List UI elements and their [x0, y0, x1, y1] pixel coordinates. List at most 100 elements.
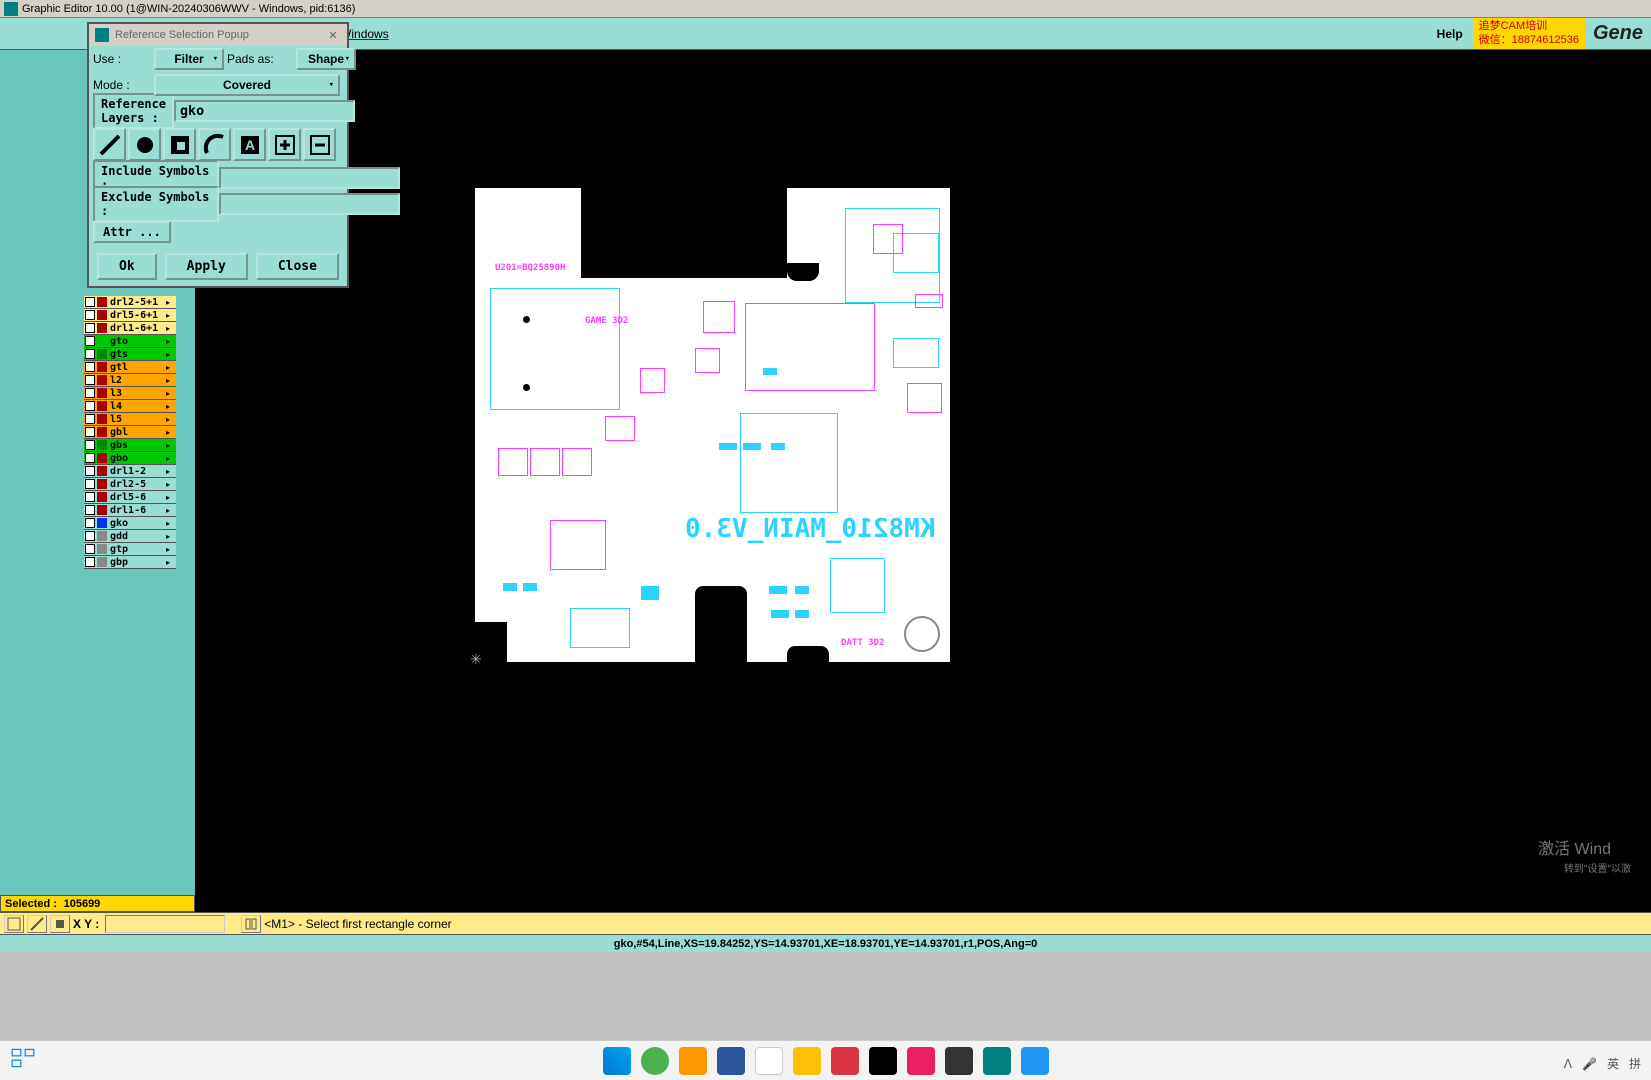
layer-row-gbs[interactable]: gbs▸ [84, 439, 176, 452]
layer-color-swatch[interactable] [97, 544, 107, 554]
layer-row-l2[interactable]: l2▸ [84, 374, 176, 387]
layer-row-drl1-6+1[interactable]: drl1-6+1▸ [84, 322, 176, 335]
layer-checkbox[interactable] [85, 544, 95, 554]
taskview-icon[interactable] [10, 1045, 36, 1076]
layer-checkbox[interactable] [85, 505, 95, 515]
attr-button[interactable]: Attr ... [93, 221, 171, 243]
layer-checkbox[interactable] [85, 388, 95, 398]
close-button[interactable]: Close [256, 253, 339, 280]
xy-input[interactable] [105, 915, 225, 933]
layer-color-swatch[interactable] [97, 310, 107, 320]
feature-arc-button[interactable] [198, 128, 231, 161]
layer-color-swatch[interactable] [97, 401, 107, 411]
units-button[interactable] [241, 915, 261, 933]
layer-checkbox[interactable] [85, 466, 95, 476]
layer-color-swatch[interactable] [97, 375, 107, 385]
layer-arrow-icon[interactable]: ▸ [166, 415, 176, 424]
taskbar-app-chrome[interactable] [755, 1047, 783, 1075]
layer-row-gto[interactable]: gto▸ [84, 335, 176, 348]
tray-mic-icon[interactable]: 🎤 [1582, 1057, 1597, 1071]
taskbar-app-1[interactable] [641, 1047, 669, 1075]
include-symbols-input[interactable] [219, 167, 400, 189]
taskbar-app-genesis[interactable] [983, 1047, 1011, 1075]
windows-taskbar[interactable]: ᐱ 🎤 英 拼 [0, 1040, 1651, 1080]
layer-row-l5[interactable]: l5▸ [84, 413, 176, 426]
layer-row-drl5-6[interactable]: drl5-6▸ [84, 491, 176, 504]
layer-arrow-icon[interactable]: ▸ [166, 428, 176, 437]
feature-positive-button[interactable] [268, 128, 301, 161]
layer-row-drl5-6+1[interactable]: drl5-6+1▸ [84, 309, 176, 322]
layer-checkbox[interactable] [85, 297, 95, 307]
mode-dropdown[interactable]: Covered [154, 74, 340, 96]
layer-arrow-icon[interactable]: ▸ [166, 493, 176, 502]
layer-row-gdd[interactable]: gdd▸ [84, 530, 176, 543]
feature-pad-button[interactable] [128, 128, 161, 161]
apply-button[interactable]: Apply [165, 253, 248, 280]
layer-checkbox[interactable] [85, 531, 95, 541]
taskbar-app-explorer[interactable] [793, 1047, 821, 1075]
layer-color-swatch[interactable] [97, 557, 107, 567]
layer-row-drl1-6[interactable]: drl1-6▸ [84, 504, 176, 517]
layer-arrow-icon[interactable]: ▸ [166, 532, 176, 541]
layer-color-swatch[interactable] [97, 440, 107, 450]
layer-color-swatch[interactable] [97, 492, 107, 502]
layer-color-swatch[interactable] [97, 427, 107, 437]
pads-dropdown[interactable]: Shape [296, 48, 356, 70]
taskbar-app-terminal[interactable] [945, 1047, 973, 1075]
feature-negative-button[interactable] [303, 128, 336, 161]
menu-help[interactable]: Help [1437, 27, 1463, 41]
layer-row-gko[interactable]: gko▸ [84, 517, 176, 530]
layer-checkbox[interactable] [85, 518, 95, 528]
layer-row-gbo[interactable]: gbo▸ [84, 452, 176, 465]
layer-row-drl1-2[interactable]: drl1-2▸ [84, 465, 176, 478]
layer-checkbox[interactable] [85, 336, 95, 346]
layer-arrow-icon[interactable]: ▸ [166, 519, 176, 528]
layer-color-swatch[interactable] [97, 362, 107, 372]
exclude-symbols-input[interactable] [219, 193, 400, 215]
layer-arrow-icon[interactable]: ▸ [166, 558, 176, 567]
snap-button-1[interactable] [4, 915, 24, 933]
layer-color-swatch[interactable] [97, 479, 107, 489]
close-icon[interactable]: ✕ [325, 29, 341, 42]
feature-text-button[interactable]: A [233, 128, 266, 161]
layer-arrow-icon[interactable]: ▸ [166, 480, 176, 489]
taskbar-app-4[interactable] [869, 1047, 897, 1075]
snap-button-3[interactable] [50, 915, 70, 933]
layer-arrow-icon[interactable]: ▸ [166, 363, 176, 372]
layer-row-gtp[interactable]: gtp▸ [84, 543, 176, 556]
layer-arrow-icon[interactable]: ▸ [166, 350, 176, 359]
feature-surface-button[interactable] [163, 128, 196, 161]
ime-lang[interactable]: 英 [1607, 1055, 1619, 1072]
layer-color-swatch[interactable] [97, 518, 107, 528]
snap-button-2[interactable] [27, 915, 47, 933]
ref-layers-input[interactable] [174, 100, 355, 122]
layer-row-l3[interactable]: l3▸ [84, 387, 176, 400]
layer-color-swatch[interactable] [97, 297, 107, 307]
taskbar-app-5[interactable] [907, 1047, 935, 1075]
taskbar-app-word[interactable] [717, 1047, 745, 1075]
layer-arrow-icon[interactable]: ▸ [166, 402, 176, 411]
start-button[interactable] [603, 1047, 631, 1075]
layer-arrow-icon[interactable]: ▸ [166, 545, 176, 554]
layer-color-swatch[interactable] [97, 388, 107, 398]
layer-row-gtl[interactable]: gtl▸ [84, 361, 176, 374]
layer-color-swatch[interactable] [97, 453, 107, 463]
feature-line-button[interactable] [93, 128, 126, 161]
layer-color-swatch[interactable] [97, 414, 107, 424]
layer-color-swatch[interactable] [97, 336, 107, 346]
taskbar-app-6[interactable] [1021, 1047, 1049, 1075]
layer-color-swatch[interactable] [97, 323, 107, 333]
layer-arrow-icon[interactable]: ▸ [166, 337, 176, 346]
layer-checkbox[interactable] [85, 427, 95, 437]
layer-checkbox[interactable] [85, 362, 95, 372]
layer-color-swatch[interactable] [97, 349, 107, 359]
layer-checkbox[interactable] [85, 375, 95, 385]
layer-row-drl2-5[interactable]: drl2-5▸ [84, 478, 176, 491]
layer-checkbox[interactable] [85, 401, 95, 411]
layer-checkbox[interactable] [85, 414, 95, 424]
popup-title-bar[interactable]: Reference Selection Popup ✕ [89, 24, 347, 46]
ok-button[interactable]: Ok [97, 253, 157, 280]
layer-checkbox[interactable] [85, 492, 95, 502]
taskbar-app-2[interactable] [679, 1047, 707, 1075]
layer-checkbox[interactable] [85, 440, 95, 450]
